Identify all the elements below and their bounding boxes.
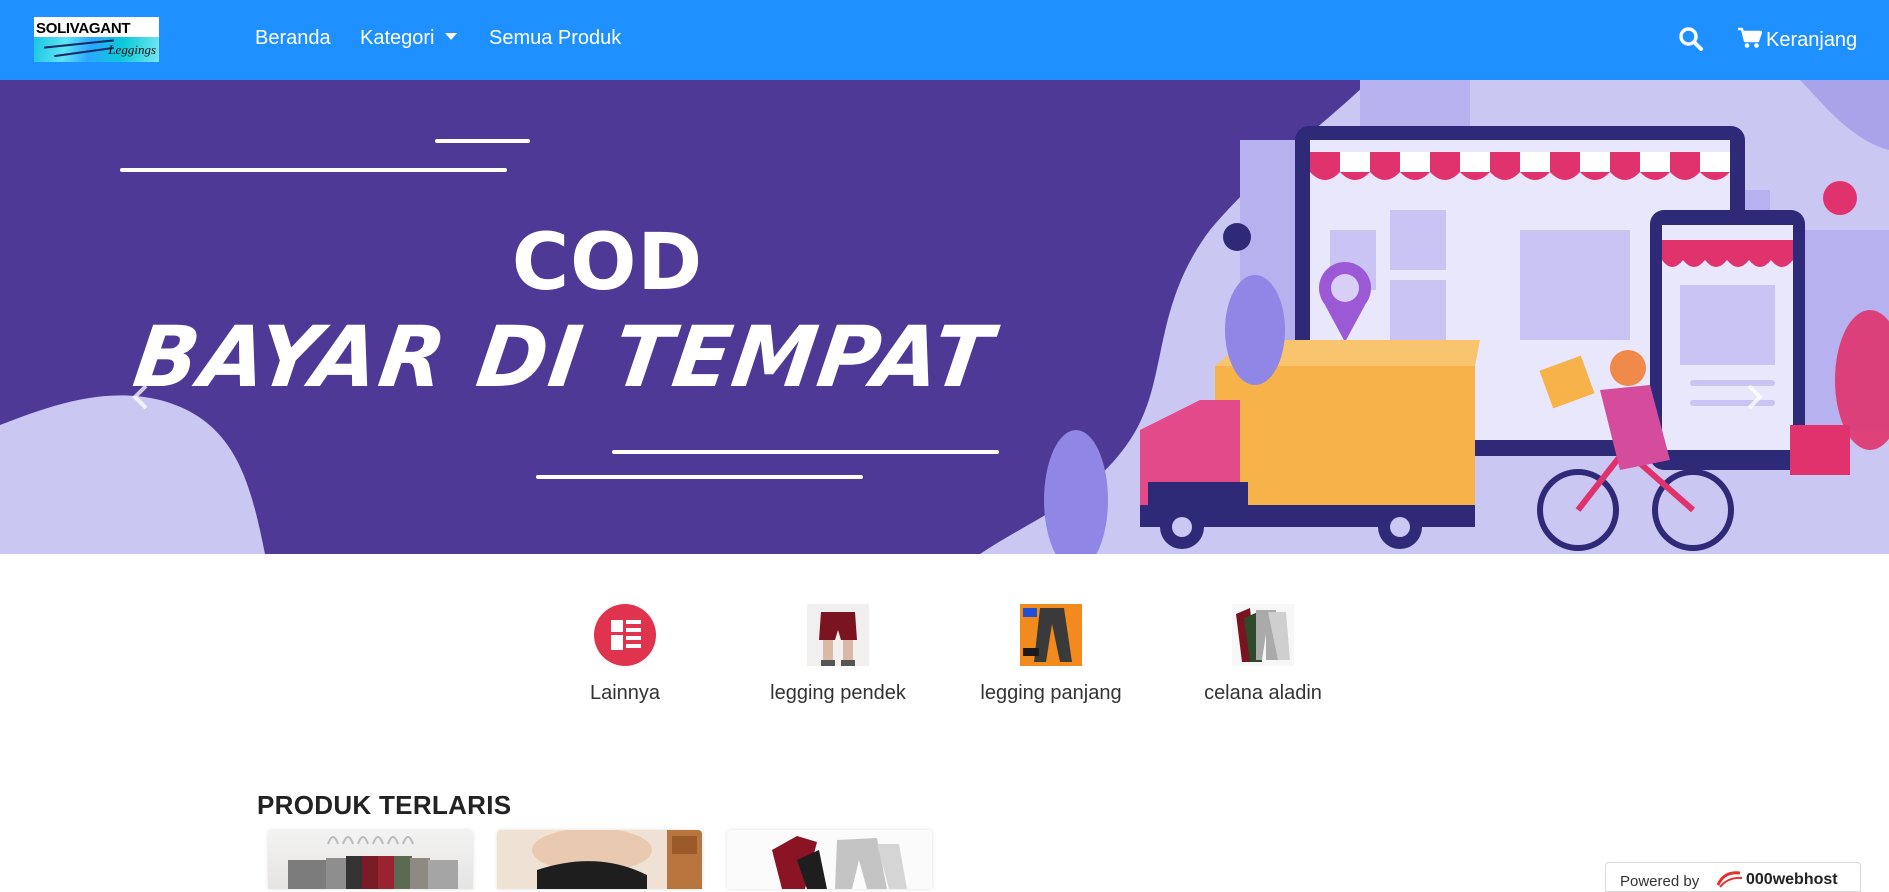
powered-by-prefix: Powered by <box>1620 873 1700 890</box>
carousel-prev-button[interactable] <box>126 380 156 414</box>
promo-carousel[interactable]: COD BAYAR DI TEMPAT <box>0 80 1889 554</box>
logo-text-bottom: Leggings <box>108 42 156 57</box>
category-item[interactable]: legging pendek <box>748 604 928 705</box>
search-icon[interactable] <box>1678 26 1704 52</box>
cart-icon <box>1738 27 1763 48</box>
cart-button[interactable]: Keranjang <box>1738 27 1857 52</box>
top-navbar: SOLIVAGANT Leggings Beranda Kategori Sem… <box>0 0 1889 80</box>
powered-by-brand: 000webhost <box>1746 871 1838 888</box>
category-item[interactable]: celana aladin <box>1173 604 1353 705</box>
bestsellers-heading: PRODUK TERLARIS <box>257 790 512 820</box>
category-thumbnail <box>1020 604 1082 666</box>
category-item[interactable]: legging panjang <box>961 604 1141 705</box>
powered-by-badge[interactable]: Powered by 000webhost <box>1605 862 1861 892</box>
chevron-left-icon <box>132 384 148 410</box>
chevron-right-icon <box>1747 384 1763 410</box>
webhost-logo-icon <box>1716 871 1743 888</box>
chevron-down-icon <box>444 33 457 40</box>
category-label: legging pendek <box>770 682 906 704</box>
carousel-next-button[interactable] <box>1739 380 1769 414</box>
product-image <box>497 830 702 889</box>
nav-all-products-link[interactable]: Semua Produk <box>489 27 621 50</box>
slide-subtitle: BAYAR DI TEMPAT <box>128 308 1000 406</box>
product-card[interactable] <box>727 830 932 889</box>
nav-category-dropdown[interactable]: Kategori <box>360 27 457 50</box>
product-image <box>288 836 458 889</box>
nav-category-label: Kategori <box>360 27 435 49</box>
category-thumbnail <box>594 604 656 666</box>
product-card[interactable] <box>268 830 473 889</box>
site-logo[interactable]: SOLIVAGANT Leggings <box>34 17 159 62</box>
slide-title: COD <box>511 218 704 308</box>
cart-label: Keranjang <box>1766 29 1858 51</box>
nav-home-link[interactable]: Beranda <box>255 27 331 50</box>
logo-text-top: SOLIVAGANT <box>36 20 131 37</box>
product-card[interactable] <box>497 830 702 889</box>
category-label: Lainnya <box>589 682 661 704</box>
category-label: celana aladin <box>1204 682 1322 704</box>
product-image <box>772 836 907 889</box>
category-thumbnail <box>807 604 869 666</box>
category-label: legging panjang <box>980 682 1122 704</box>
list-icon <box>611 620 641 650</box>
category-item[interactable]: Lainnya <box>535 604 715 705</box>
category-thumbnail <box>1232 604 1294 666</box>
